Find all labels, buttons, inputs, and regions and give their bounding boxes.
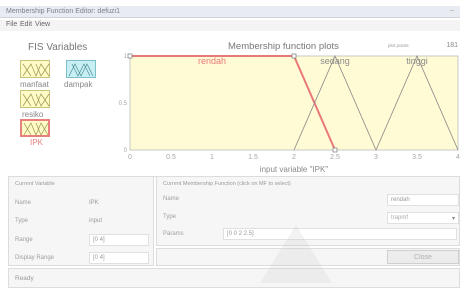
mf-type-dropdown[interactable]: trapmf ▾ bbox=[387, 212, 459, 224]
y-tick-label: 1 bbox=[124, 54, 128, 60]
x-tick-label: 2 bbox=[292, 154, 296, 161]
mf-preview-icon bbox=[22, 93, 50, 107]
x-tick-label: 0 bbox=[128, 154, 132, 161]
current-mf-header: Current Membership Function (click on MF… bbox=[163, 181, 291, 187]
range-label: Range bbox=[15, 237, 33, 243]
title-bar: Membership Function Editor: defuzi1 – bbox=[0, 6, 460, 18]
menu-file[interactable]: File bbox=[6, 21, 17, 28]
mf-name-label: Name bbox=[163, 196, 180, 202]
menu-bar: File Edit View bbox=[0, 20, 460, 31]
display-range-input[interactable]: [0 4] bbox=[89, 252, 149, 264]
x-tick-label: 3 bbox=[374, 154, 378, 161]
params-input[interactable]: [0 0 2 2.5] bbox=[223, 228, 457, 240]
var-label-manfaat: manfaat bbox=[20, 80, 49, 89]
plot-points-label: plot points: bbox=[388, 43, 410, 48]
params-label: Params bbox=[163, 231, 184, 237]
x-axis-label: input variable "IPK" bbox=[260, 165, 329, 174]
input-var-manfaat[interactable] bbox=[20, 60, 50, 78]
x-tick-label: 0.5 bbox=[166, 154, 176, 161]
x-tick-label: 2.5 bbox=[330, 154, 340, 161]
watermark-shape bbox=[260, 225, 332, 283]
fis-variables-title: FIS Variables bbox=[28, 42, 88, 53]
status-bar: Ready bbox=[8, 268, 460, 288]
input-var-resiko[interactable] bbox=[20, 90, 50, 108]
variable-name-value: IPK bbox=[89, 200, 99, 206]
current-variable-header: Current Variable bbox=[15, 181, 55, 187]
var-label-dampak: dampak bbox=[64, 80, 93, 89]
menu-edit[interactable]: Edit bbox=[20, 21, 32, 28]
name-label: Name bbox=[15, 200, 32, 206]
mf-preview-icon bbox=[23, 122, 49, 136]
mf-type-label: Type bbox=[163, 214, 177, 220]
current-variable-panel: Current Variable Name IPK Type input Ran… bbox=[8, 176, 154, 266]
mf-name-input[interactable]: rendah bbox=[387, 194, 459, 206]
plot-area[interactable] bbox=[129, 55, 459, 151]
x-tick-label: 1 bbox=[210, 154, 214, 161]
display-range-label: Display Range bbox=[15, 255, 55, 261]
y-tick-label: 0 bbox=[124, 148, 128, 154]
mf-label-tinggi[interactable]: tinggi bbox=[406, 56, 428, 66]
plot-title: Membership function plots bbox=[228, 41, 339, 52]
output-var-dampak[interactable] bbox=[66, 60, 96, 78]
variable-type-value: input bbox=[89, 218, 103, 224]
mf-preview-icon bbox=[22, 63, 50, 77]
window-title: Membership Function Editor: defuzi1 bbox=[6, 8, 120, 15]
mf-label-sedang[interactable]: sedang bbox=[320, 56, 350, 66]
mf-preview-icon bbox=[68, 63, 94, 77]
input-var-ipk[interactable] bbox=[20, 119, 50, 137]
x-tick-label: 3.5 bbox=[412, 154, 422, 161]
membership-plot[interactable]: rendah sedang tinggi 0 0.5 1 1.5 2 2.5 3 3.5 4 0 0.5… bbox=[110, 52, 460, 174]
y-tick-label: 0.5 bbox=[119, 101, 128, 107]
close-button[interactable]: Close bbox=[387, 250, 459, 264]
var-label-resiko: resiko bbox=[22, 110, 44, 119]
type-label: Type bbox=[15, 218, 29, 224]
plot-points-input[interactable]: 181 bbox=[420, 40, 460, 51]
menu-view[interactable]: View bbox=[35, 21, 50, 28]
mf-type-value: trapmf bbox=[391, 215, 409, 221]
minimize-icon[interactable]: – bbox=[450, 7, 454, 14]
range-input[interactable]: [0 4] bbox=[89, 234, 149, 246]
mf-vertex-handle[interactable] bbox=[332, 147, 338, 153]
mf-vertex-handle[interactable] bbox=[127, 53, 133, 59]
var-label-ipk: IPK bbox=[30, 138, 43, 147]
x-tick-label: 1.5 bbox=[248, 154, 258, 161]
mf-label-rendah[interactable]: rendah bbox=[198, 56, 226, 66]
chevron-down-icon: ▾ bbox=[451, 216, 455, 222]
status-text: Ready bbox=[15, 275, 34, 282]
x-tick-label: 4 bbox=[456, 154, 460, 161]
mf-vertex-handle[interactable] bbox=[291, 53, 297, 59]
